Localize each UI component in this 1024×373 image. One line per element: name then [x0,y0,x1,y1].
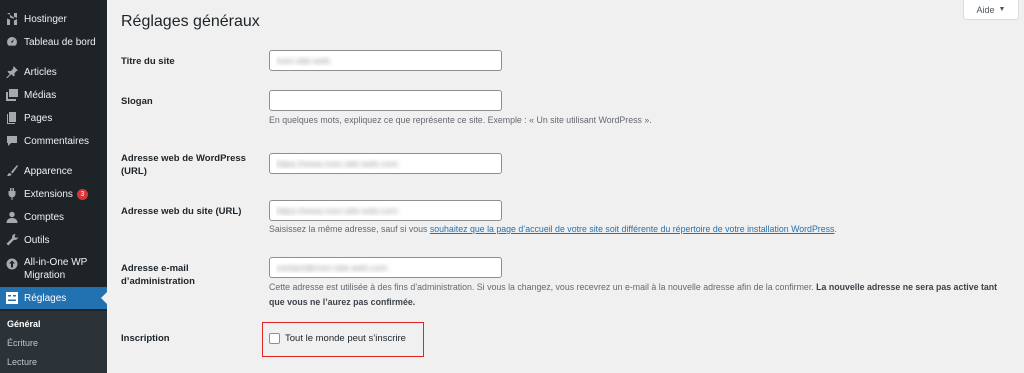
sidebar-item-label: Tableau de bord [24,36,96,48]
caret-down-icon: ▼ [998,6,1006,13]
sidebar-item-label: Hostinger [24,13,67,25]
sidebar-item-pages[interactable]: Pages [0,107,107,129]
plugin-icon [6,188,18,200]
dashboard-icon [6,36,18,48]
site-address-label: Adresse web du site (URL) [121,206,242,217]
admin-email-input[interactable] [269,257,502,278]
tagline-input[interactable] [269,90,502,111]
hostinger-icon [6,13,18,25]
sidebar-item-users[interactable]: Comptes [0,206,107,228]
sidebar-item-label: Articles [24,66,57,78]
sidebar-item-label: Extensions [24,188,73,200]
site-title-input[interactable] [269,50,502,71]
sidebar-item-label: Médias [24,89,57,101]
active-menu-arrow [101,292,107,304]
admin-email-label: Adresse e-mail d’administration [121,263,195,287]
user-icon [6,211,18,223]
sidebar-item-articles[interactable]: Articles [0,61,107,83]
site-address-description: Saisissez la même adresse, sauf si vous … [269,222,837,237]
settings-submenu: Général Écriture Lecture [0,311,107,373]
update-count-badge: 3 [76,188,88,200]
sidebar-item-dashboard[interactable]: Tableau de bord [0,31,107,53]
sidebar-item-label: All-in-One WP Migration [24,257,88,281]
wp-address-label: Adresse web de WordPress (URL) [121,153,246,177]
comment-icon [6,135,18,147]
anyone-can-register-label[interactable]: Tout le monde peut s’inscrire [285,333,406,344]
sidebar-item-label: Comptes [24,211,65,223]
admin-sidebar: Hostinger Tableau de bord Articles Média… [0,0,107,373]
wrench-icon [6,234,18,246]
sidebar-item-comments[interactable]: Commentaires [0,130,107,152]
sidebar-item-tools[interactable]: Outils [0,229,107,251]
different-homepage-link[interactable]: souhaitez que la page d’accueil de votre… [430,224,835,234]
brush-icon [6,165,18,177]
sidebar-item-settings[interactable]: Réglages [0,287,107,309]
help-button[interactable]: Aide ▼ [963,0,1019,20]
site-address-description-text: Saisissez la même adresse, sauf si vous [269,224,430,234]
site-address-description-end: . [834,224,837,234]
submenu-item-general[interactable]: Général [7,319,41,329]
sidebar-item-plugins[interactable]: Extensions 3 [0,183,107,205]
sidebar-item-media[interactable]: Médias [0,84,107,106]
sidebar-item-label: Pages [24,112,53,124]
tagline-description: En quelques mots, expliquez ce que repré… [269,115,652,125]
anyone-can-register-checkbox[interactable] [269,333,280,344]
media-icon [6,89,18,101]
settings-icon [6,292,18,304]
sidebar-item-label: Commentaires [24,135,90,147]
submenu-item-writing[interactable]: Écriture [7,338,38,348]
site-title-label: Titre du site [121,56,175,67]
admin-email-description-text: Cette adresse est utilisée à des fins d’… [269,282,817,292]
sidebar-item-label: Apparence [24,165,73,177]
page-icon [6,112,18,124]
membership-label: Inscription [121,333,170,344]
sidebar-item-migration[interactable]: All-in-One WP Migration [0,254,107,288]
sidebar-item-hostinger[interactable]: Hostinger [0,8,107,30]
migration-icon [6,258,18,270]
sidebar-item-appearance[interactable]: Apparence [0,160,107,182]
pin-icon [6,66,18,78]
sidebar-item-label: Réglages [24,292,67,304]
sidebar-item-label: Outils [24,234,50,246]
submenu-item-reading[interactable]: Lecture [7,357,37,367]
wp-address-input[interactable] [269,153,502,174]
site-address-input[interactable] [269,200,502,221]
tagline-label: Slogan [121,96,153,107]
help-button-label: Aide [976,4,995,15]
page-title: Réglages généraux [121,13,260,30]
admin-email-description: Cette adresse est utilisée à des fins d’… [269,280,1009,310]
